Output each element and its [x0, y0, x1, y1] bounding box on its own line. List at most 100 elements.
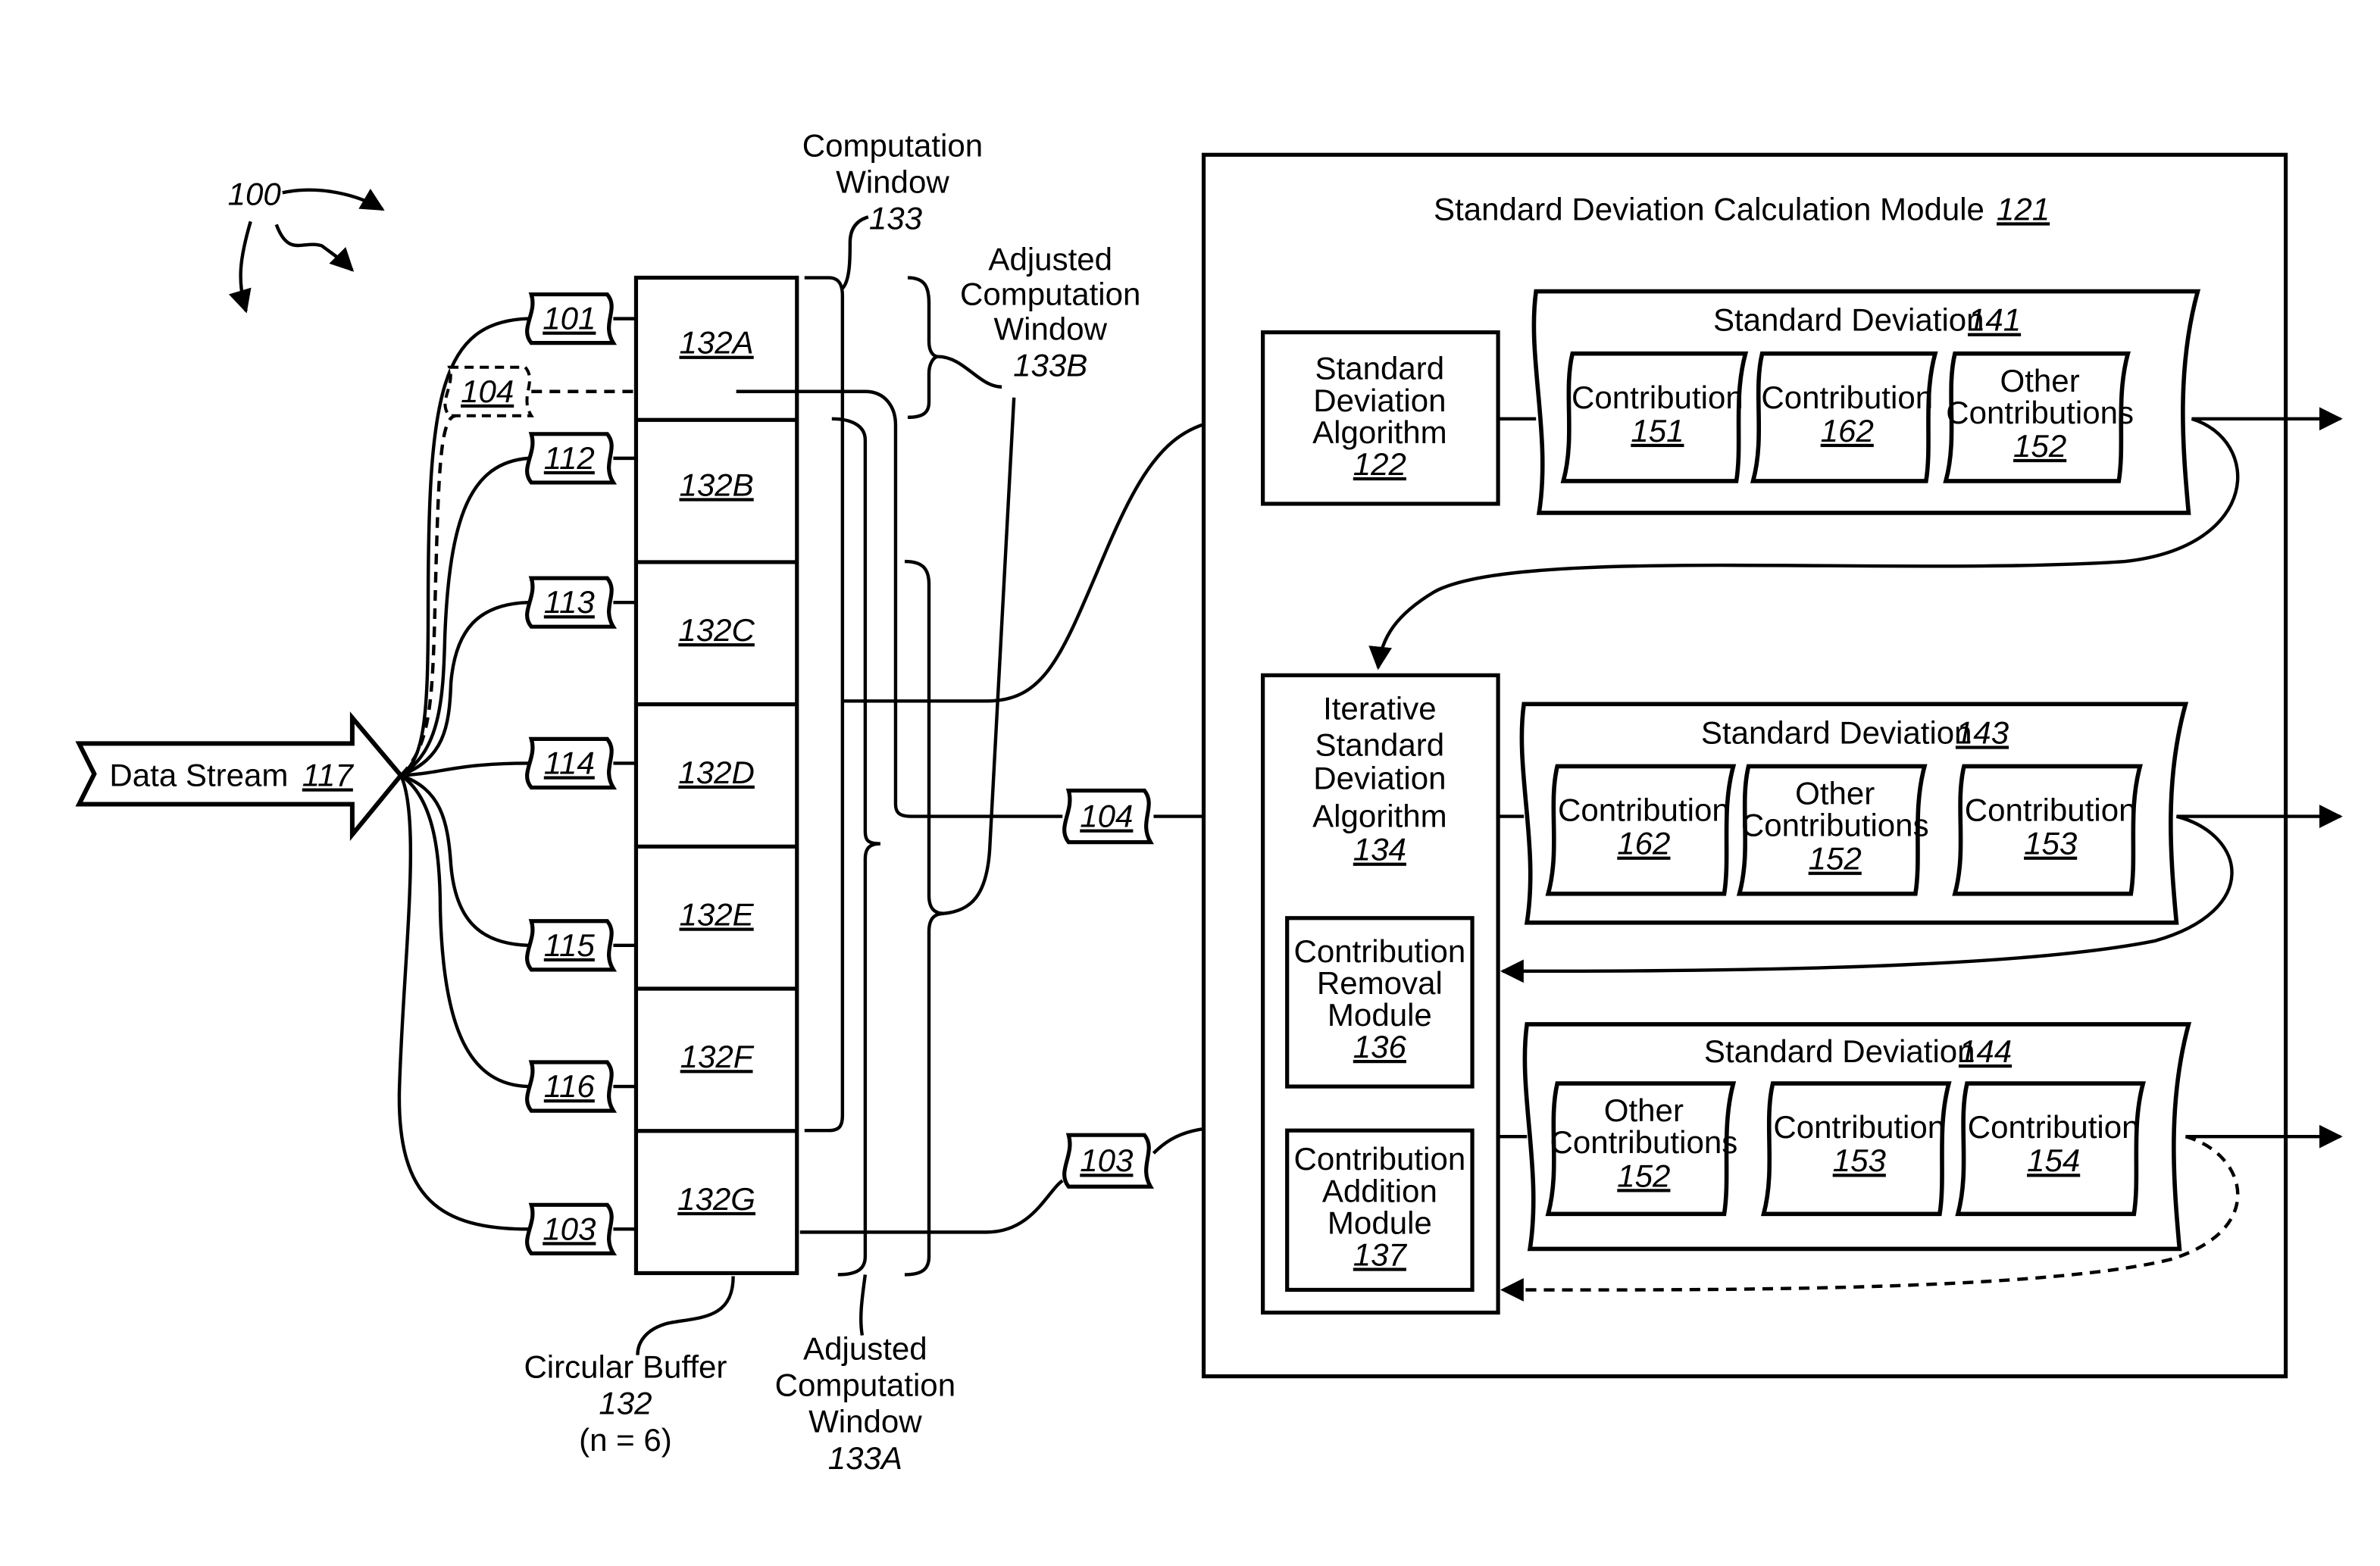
cell-label: 132F: [680, 1039, 755, 1074]
banner-ref: 141: [1968, 302, 2021, 338]
removal-line1: Contribution: [1293, 933, 1465, 969]
sd-algorithm-ref: 122: [1353, 446, 1406, 482]
data-stream-ref: 117: [302, 758, 355, 793]
contribution-162: Contribution162: [1750, 351, 1938, 483]
leader-line: [859, 1274, 868, 1336]
fan-out-lines: [397, 317, 529, 1231]
leader-line: [943, 397, 1016, 915]
iter-algorithm-line3: Deviation: [1313, 761, 1446, 796]
addition-line2: Addition: [1322, 1173, 1437, 1208]
leader-line: [841, 215, 869, 290]
contribution-ref: 152: [1809, 841, 1862, 877]
buffer-note: (n = 6): [579, 1422, 672, 1458]
mid-tag-ref: 103: [1080, 1142, 1134, 1178]
mid-tag-104: 104: [1062, 788, 1154, 845]
contribution-152: OtherContributions152: [1943, 351, 2134, 483]
cell-label: 132E: [679, 896, 754, 932]
iter-algorithm-line4: Algorithm: [1312, 799, 1447, 834]
cell-label: 132A: [679, 325, 753, 361]
contribution-ref: 153: [2024, 826, 2078, 861]
window-133-bracket: [804, 276, 845, 1133]
banner-ref: 143: [1956, 714, 2009, 750]
buffer-label: Circular Buffer: [524, 1349, 727, 1385]
curved-arrow-icon: [282, 188, 385, 211]
window-133a-line1: Adjusted: [803, 1331, 927, 1367]
window-133b-ref: 133B: [1013, 348, 1087, 383]
window-133b-lower-bracket: [904, 559, 945, 1277]
addition-line1: Contribution: [1293, 1141, 1465, 1177]
contribution-152: OtherContributions152: [1545, 1081, 1737, 1217]
contribution-ref: 153: [1833, 1142, 1887, 1178]
contribution-153: Contribution153: [1760, 1081, 1952, 1217]
contribution-151: Contribution151: [1560, 351, 1749, 483]
data-stream: Data Stream 117: [75, 711, 404, 841]
sd-algorithm-line1: Standard: [1315, 351, 1445, 386]
iter-algorithm-line2: Standard: [1315, 727, 1445, 762]
contribution-line2: Contributions: [1741, 808, 1929, 843]
cell-label: 132G: [677, 1181, 755, 1217]
contribution-162: Contribution162: [1545, 764, 1737, 896]
buffer-ref: 132: [599, 1386, 652, 1421]
flow-103-line: [799, 1179, 1064, 1234]
leader-line: [937, 355, 1002, 389]
contribution-ref: 162: [1617, 826, 1670, 861]
data-stream-label: Data Stream: [109, 758, 288, 793]
sd-algorithm-line2: Deviation: [1313, 383, 1446, 418]
contribution-line1: Contribution: [1968, 1109, 2140, 1145]
contribution-line2: Contributions: [1946, 395, 2134, 430]
patent-diagram: 100 Data Stream 117 101 104 112 113 114 115 11…: [75, 127, 2343, 1476]
input-ref: 112: [544, 440, 595, 476]
banner-title: Standard Deviation: [1701, 714, 1972, 750]
contribution-line1: Other: [1795, 776, 1875, 811]
standard-deviation-143: Standard Deviation143Contribution162Othe…: [1519, 702, 2189, 925]
contribution-line1: Contribution: [1965, 792, 2137, 828]
window-133b-bracket: [907, 276, 939, 420]
module-title: Standard Deviation Calculation Module: [1434, 191, 1984, 227]
window-133a-line2: Computation: [775, 1368, 955, 1403]
sd-algorithm-line3: Algorithm: [1312, 414, 1447, 450]
contribution-line1: Other: [2000, 363, 2080, 399]
addition-ref: 137: [1353, 1236, 1408, 1272]
cell-label: 132C: [678, 612, 755, 648]
banner-title: Standard Deviation: [1704, 1033, 1975, 1069]
cell-label: 132B: [679, 467, 753, 502]
input-ref: 101: [543, 301, 596, 336]
contribution-ref: 151: [1631, 413, 1684, 449]
window-133-ref: 133: [869, 200, 923, 236]
contribution-ref: 154: [2027, 1142, 2080, 1178]
contribution-line1: Contribution: [1558, 792, 1730, 828]
contribution-152: OtherContributions152: [1736, 764, 1929, 896]
window-133a-bracket: [831, 417, 881, 1277]
banner-title: Standard Deviation: [1713, 302, 1984, 338]
contribution-line1: Other: [1604, 1092, 1684, 1128]
cell-label: 132D: [678, 755, 755, 790]
curved-arrow-icon: [228, 220, 252, 314]
window-133b-line3: Window: [993, 311, 1107, 347]
contribution-line1: Contribution: [1761, 380, 1933, 415]
contribution-ref: 162: [1821, 413, 1874, 449]
input-ref: 103: [543, 1211, 596, 1246]
input-ref: 104: [461, 374, 514, 409]
contribution-line1: Contribution: [1773, 1109, 1945, 1145]
input-ref: 113: [544, 584, 596, 620]
mid-tags: 104 103: [1062, 788, 1154, 1189]
buffer-cell-132A: 132A: [679, 325, 753, 361]
removal-ref: 136: [1353, 1029, 1407, 1064]
contribution-line2: Contributions: [1550, 1124, 1737, 1160]
window-133a-ref: 133A: [828, 1440, 902, 1476]
connector-line: [400, 774, 529, 948]
sd-calc-module: Standard Deviation Calculation Module 12…: [1201, 152, 2343, 1379]
module-ref: 121: [1997, 191, 2050, 227]
contribution-line1: Contribution: [1572, 380, 1744, 415]
flow-to-sd-algorithm: [843, 405, 1261, 703]
removal-line3: Module: [1328, 997, 1432, 1033]
input-ref: 114: [544, 745, 595, 780]
figure-ref-label: 100: [228, 176, 282, 211]
buffer-to-module-flows: [736, 389, 1261, 1234]
connector-line: [399, 456, 529, 777]
standard-deviation-144: Standard Deviation144OtherContributions1…: [1522, 1022, 2192, 1252]
iter-algorithm-ref: 134: [1353, 832, 1406, 867]
connector-line: [399, 774, 529, 1089]
input-ref: 116: [544, 1068, 596, 1104]
addition-line3: Module: [1328, 1205, 1432, 1240]
